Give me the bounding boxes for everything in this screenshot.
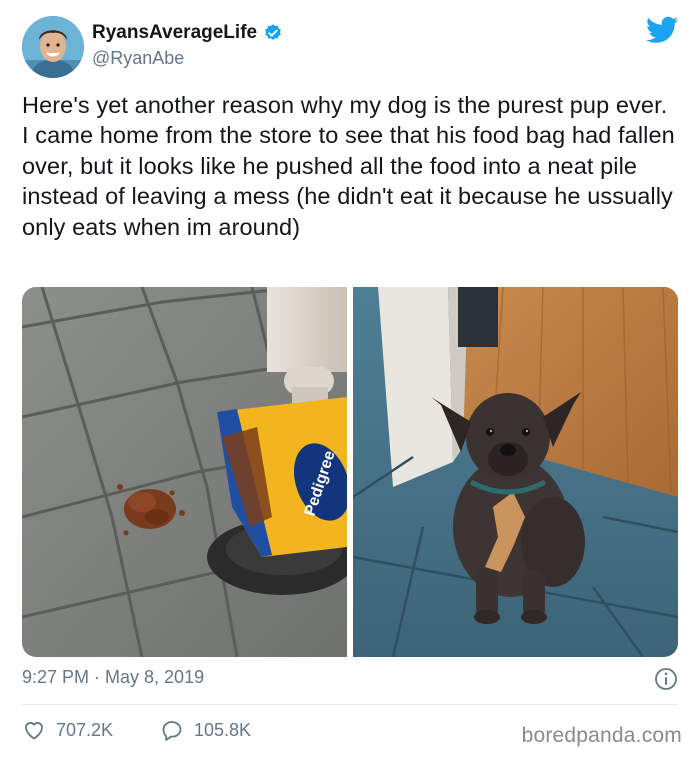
like-button[interactable]: 707.2K (22, 718, 113, 742)
tweet-media[interactable]: Pedigree (22, 287, 678, 657)
info-icon[interactable] (654, 667, 678, 691)
like-count: 707.2K (56, 719, 114, 740)
tweet-card: RyansAverageLife @RyanAbe Here's yet ano… (0, 0, 700, 759)
watermark: boredpanda.com (521, 724, 682, 747)
reply-button[interactable]: 105.8K (160, 718, 251, 742)
divider (22, 704, 678, 705)
avatar[interactable] (22, 16, 84, 78)
reply-bubble-icon (162, 721, 182, 741)
heart-icon (25, 722, 43, 740)
verified-badge-icon (265, 24, 282, 40)
photo-dog[interactable] (353, 287, 678, 657)
tweet-text: Here's yet another reason why my dog is … (22, 92, 675, 240)
twitter-bird-icon[interactable] (646, 16, 678, 44)
author-name[interactable]: RyansAverageLife (92, 22, 283, 44)
author-handle[interactable]: @RyanAbe (92, 48, 184, 69)
reply-count: 105.8K (194, 719, 252, 740)
author-name-text[interactable]: RyansAverageLife (92, 22, 257, 44)
tweet-timestamp[interactable]: 9:27 PM · May 8, 2019 (22, 667, 204, 688)
photo-food-pile[interactable]: Pedigree (22, 287, 347, 657)
